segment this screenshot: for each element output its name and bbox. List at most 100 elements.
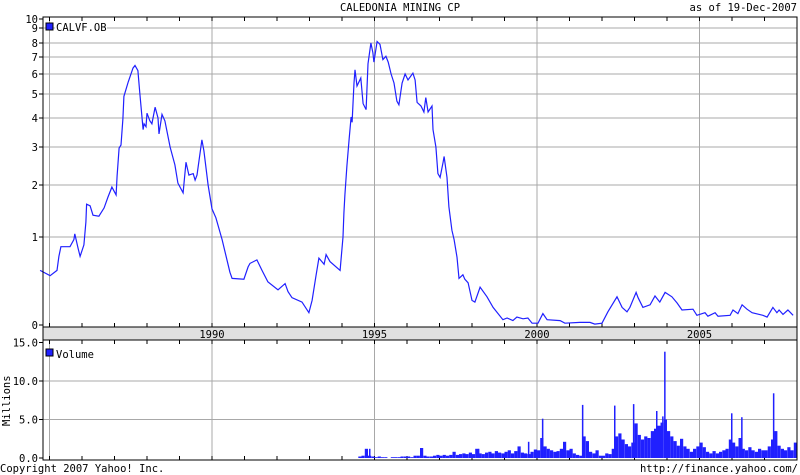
price-tick-label: 3 xyxy=(32,142,38,154)
volume-bar xyxy=(576,454,580,458)
volume-bar xyxy=(741,417,743,458)
volume-bar xyxy=(436,454,440,458)
volume-bar xyxy=(608,454,612,458)
plot-frames xyxy=(42,16,798,461)
volume-bar xyxy=(614,405,616,458)
volume-bar xyxy=(421,448,423,458)
volume-bar xyxy=(719,451,723,458)
volume-bar xyxy=(632,404,635,458)
year-label: 1990 xyxy=(199,329,224,341)
volume-bar xyxy=(400,456,404,458)
volume-bar xyxy=(699,442,703,458)
volume-bar xyxy=(784,450,788,458)
price-tick-label: 2 xyxy=(32,180,38,192)
volume-bar xyxy=(530,451,534,458)
volume-bar xyxy=(498,452,502,458)
volume-bar xyxy=(662,416,664,458)
volume-bar xyxy=(541,418,544,458)
volume-bar xyxy=(543,446,547,458)
volume-bar xyxy=(559,448,563,458)
volume-bar xyxy=(459,454,463,458)
volume-bar xyxy=(618,433,622,458)
volume-bar xyxy=(650,431,654,458)
volume-bar xyxy=(449,454,453,458)
volume-bar xyxy=(605,453,609,458)
volume-bar xyxy=(472,454,476,458)
volume-bar xyxy=(446,455,450,458)
volume-bar xyxy=(602,455,606,458)
price-grid xyxy=(43,17,797,327)
volume-bar xyxy=(569,448,573,458)
volume-bar xyxy=(641,439,645,458)
volume-bar xyxy=(656,411,658,458)
volume-bar xyxy=(566,450,570,458)
volume-bar xyxy=(381,457,385,458)
volume-bar xyxy=(397,457,401,458)
volume-bar xyxy=(520,452,524,458)
volume-bar xyxy=(465,454,469,458)
date-band xyxy=(43,327,797,340)
price-plot-frame xyxy=(42,16,798,328)
volume-bar xyxy=(390,457,394,458)
volume-bar xyxy=(712,451,716,458)
volume-bar xyxy=(634,423,638,458)
volume-bar xyxy=(777,445,781,458)
volume-bar xyxy=(384,457,388,458)
volume-bar xyxy=(524,453,528,458)
volume-bar xyxy=(745,450,749,458)
price-legend-label: CALVF.OB xyxy=(56,22,107,34)
x-axis-labels: 1990 1995 2000 2005 xyxy=(49,17,765,460)
volume-bar xyxy=(680,438,684,459)
volume-axis-label: Millions xyxy=(1,375,13,426)
source-url[interactable]: http://finance.yahoo.com/ xyxy=(640,463,798,475)
volume-bar xyxy=(501,453,505,458)
volume-bar xyxy=(696,446,700,458)
volume-bar xyxy=(485,452,489,458)
volume-plot-frame xyxy=(42,339,798,461)
price-line xyxy=(39,40,794,325)
volume-bar xyxy=(657,425,661,458)
volume-bar xyxy=(673,441,677,458)
price-tick-label: 4 xyxy=(32,113,38,125)
volume-bar xyxy=(725,448,729,458)
volume-bar xyxy=(533,449,537,458)
volume-bar xyxy=(410,457,414,458)
volume-bar xyxy=(767,446,771,458)
volume-bar xyxy=(374,457,378,458)
volume-bar xyxy=(426,456,430,458)
volume-bar xyxy=(585,441,589,458)
volume-bar xyxy=(433,455,437,458)
volume-grid xyxy=(43,340,797,460)
price-tick-label: 9 xyxy=(32,23,38,35)
volume-bar xyxy=(780,448,784,458)
volume-bar xyxy=(595,450,599,458)
volume-bar xyxy=(550,450,554,458)
volume-bar xyxy=(477,448,480,458)
price-tick-label: 0 xyxy=(32,320,38,332)
volume-bar xyxy=(644,436,648,458)
volume-bars xyxy=(358,351,797,459)
volume-legend-swatch xyxy=(45,348,54,357)
price-tick-label: 8 xyxy=(32,38,38,50)
volume-bar xyxy=(442,454,446,458)
volume-bar xyxy=(394,457,398,458)
volume-bar xyxy=(667,431,671,458)
stock-chart: CALEDONIA MINING CP as of 19-Dec-2007 19… xyxy=(0,2,798,475)
volume-bar xyxy=(589,451,593,458)
volume-bar xyxy=(429,456,433,458)
volume-bar xyxy=(637,434,641,458)
volume-bar xyxy=(731,413,733,458)
volume-bar xyxy=(624,444,628,458)
volume-bar xyxy=(686,448,690,458)
volume-bar xyxy=(494,451,498,458)
price-tick-label: 5 xyxy=(32,89,38,101)
volume-bar xyxy=(546,448,550,458)
volume-bar xyxy=(517,446,521,458)
chart-title: CALEDONIA MINING CP xyxy=(340,2,460,14)
volume-bar xyxy=(439,455,443,458)
volume-bar xyxy=(377,456,381,458)
volume-legend-label: Volume xyxy=(56,349,94,361)
volume-bar xyxy=(670,436,674,458)
volume-bar xyxy=(361,455,365,458)
volume-bar xyxy=(504,451,508,458)
